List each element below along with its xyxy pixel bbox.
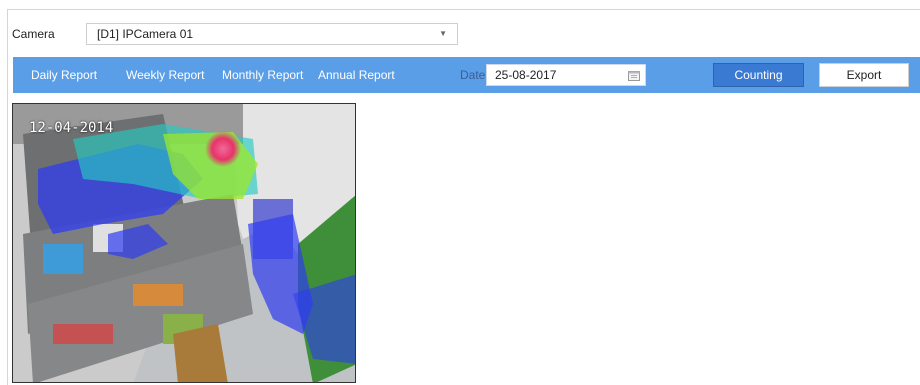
heatmap-scene (13, 104, 355, 382)
calendar-icon[interactable] (628, 70, 640, 81)
camera-label: Camera (12, 27, 55, 41)
tab-daily-report[interactable]: Daily Report (31, 57, 97, 93)
chevron-down-icon: ▼ (439, 29, 447, 38)
counting-button[interactable]: Counting (713, 63, 804, 87)
report-toolbar: Daily Report Weekly Report Monthly Repor… (13, 57, 920, 93)
camera-select[interactable]: [D1] IPCamera 01 ▼ (86, 23, 458, 45)
date-value: 25-08-2017 (495, 68, 557, 82)
date-field[interactable]: 25-08-2017 (486, 64, 646, 86)
camera-select-value: [D1] IPCamera 01 (97, 27, 194, 41)
heatmap-image: 12-04-2014 (12, 103, 356, 383)
tab-monthly-report[interactable]: Monthly Report (222, 57, 303, 93)
tab-annual-report[interactable]: Annual Report (318, 57, 395, 93)
video-timestamp: 12-04-2014 (29, 120, 114, 136)
camera-row: Camera [D1] IPCamera 01 ▼ (12, 22, 458, 46)
date-label: Date (460, 68, 486, 82)
export-button[interactable]: Export (819, 63, 909, 87)
tab-weekly-report[interactable]: Weekly Report (126, 57, 204, 93)
